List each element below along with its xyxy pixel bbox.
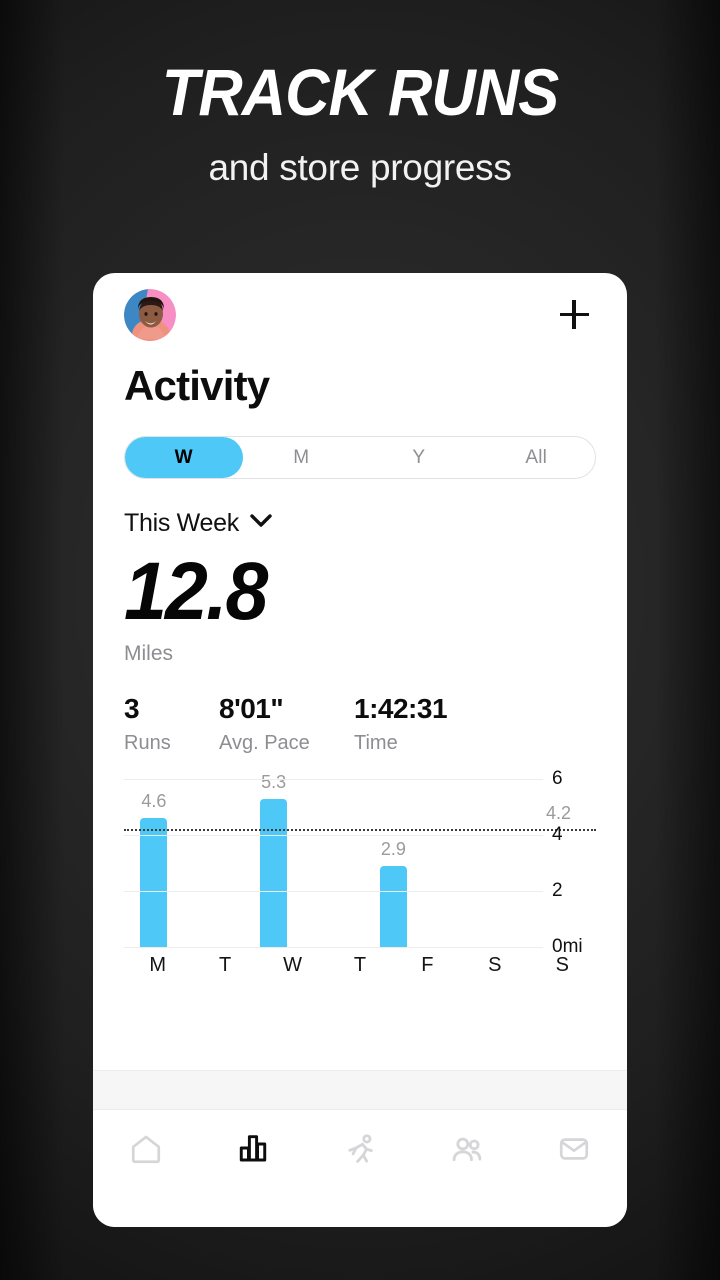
- people-icon: [449, 1132, 485, 1173]
- chart-plot-area: 4.6 5.3 2.9: [124, 772, 596, 948]
- chart-y-tick-label: 2: [552, 880, 563, 901]
- tab-month[interactable]: M: [243, 437, 361, 478]
- chart-day-label: T: [353, 954, 367, 976]
- avatar-image: [124, 288, 176, 341]
- stat-runs: 3 Runs: [124, 693, 219, 755]
- period-selector[interactable]: This Week: [124, 509, 596, 538]
- stat-runs-label: Runs: [124, 732, 171, 754]
- chart-bars: 4.6 5.3 2.9: [124, 772, 543, 947]
- chart-bar-cell[interactable]: 5.3: [244, 772, 304, 947]
- chart-bar-cell[interactable]: 2.9: [363, 779, 423, 947]
- envelope-icon: [557, 1132, 591, 1171]
- phone-screen-card: Activity W M Y All This Week 12.8 Miles …: [93, 273, 627, 1227]
- stat-time-value: 1:42:31: [354, 693, 448, 724]
- nav-item-stats[interactable]: [200, 1132, 307, 1169]
- tab-all[interactable]: All: [478, 437, 596, 478]
- nav-item-inbox[interactable]: [520, 1132, 627, 1171]
- stat-avg-pace: 8'01" Avg. Pace: [219, 693, 354, 755]
- chart-bar-value-label: 5.3: [261, 771, 287, 792]
- home-icon: [129, 1132, 163, 1171]
- chart-average-label: 4.2: [545, 803, 571, 824]
- chart-bar[interactable]: [260, 798, 288, 947]
- stat-time: 1:42:31 Time: [354, 693, 448, 755]
- nav-item-home[interactable]: [93, 1132, 200, 1171]
- chart-day-label: S: [488, 954, 502, 976]
- total-distance-value: 12.8: [124, 546, 268, 637]
- stats-row: 3 Runs 8'01" Avg. Pace 1:42:31 Time: [124, 693, 596, 755]
- hero-headline: TRACK RUNS: [161, 55, 559, 129]
- total-distance-unit: Miles: [124, 642, 174, 665]
- chart-bar-cell[interactable]: [423, 779, 483, 947]
- hero-section: TRACK RUNS and store progress: [0, 0, 720, 189]
- chart-gridline: [124, 891, 543, 892]
- stat-time-label: Time: [354, 732, 398, 754]
- chart-bar-cell[interactable]: [483, 779, 543, 947]
- stat-runs-value: 3: [124, 693, 140, 724]
- stat-avg-pace-value: 8'01": [219, 693, 284, 724]
- chart-day-label: F: [421, 954, 434, 976]
- chart-day-label: M: [149, 954, 167, 976]
- bar-chart-icon: [237, 1132, 269, 1169]
- period-label: This Week: [124, 509, 239, 537]
- chevron-down-icon: [250, 514, 272, 533]
- chart-average-line: [124, 829, 596, 832]
- chart-y-tick-label: 6: [552, 768, 563, 789]
- chart-y-tick-label: 0mi: [552, 936, 583, 957]
- chart-bar-cell[interactable]: [184, 779, 244, 947]
- avatar[interactable]: [124, 288, 176, 341]
- nav-item-friends[interactable]: [413, 1132, 520, 1173]
- app-topbar: [124, 273, 596, 356]
- tab-week[interactable]: W: [125, 437, 243, 478]
- add-activity-button[interactable]: [552, 293, 596, 337]
- chart-bar-cell[interactable]: 4.6: [124, 779, 184, 947]
- chart-bar-value-label: 2.9: [380, 838, 406, 859]
- chart-day-label: W: [283, 954, 302, 976]
- chart-bar-value-label: 4.6: [141, 791, 167, 812]
- chart-gridline: [124, 779, 543, 780]
- page-title: Activity: [124, 362, 270, 409]
- content-divider-band: [93, 1070, 627, 1110]
- timeframe-segmented-control[interactable]: W M Y All: [124, 436, 596, 479]
- tab-year[interactable]: Y: [360, 437, 478, 478]
- chart-bar-cell[interactable]: [304, 779, 364, 947]
- chart-x-axis: MTWTFSS: [124, 954, 596, 977]
- running-person-icon: [342, 1132, 378, 1173]
- stat-avg-pace-label: Avg. Pace: [219, 732, 310, 754]
- bottom-nav: [93, 1110, 627, 1227]
- chart-y-tick-label: 4: [552, 824, 563, 845]
- nav-item-run[interactable]: [307, 1132, 414, 1173]
- chart-bar[interactable]: [379, 865, 407, 947]
- weekly-distance-chart: 4.6 5.3 2.9 0mi 2 4 6 MTWTFSS 4.2: [93, 768, 627, 977]
- chart-day-label: T: [219, 954, 232, 976]
- hero-subhead: and store progress: [208, 147, 512, 188]
- chart-gridline: [124, 947, 543, 948]
- chart-bar[interactable]: [140, 818, 168, 947]
- chart-gridline: [124, 835, 543, 836]
